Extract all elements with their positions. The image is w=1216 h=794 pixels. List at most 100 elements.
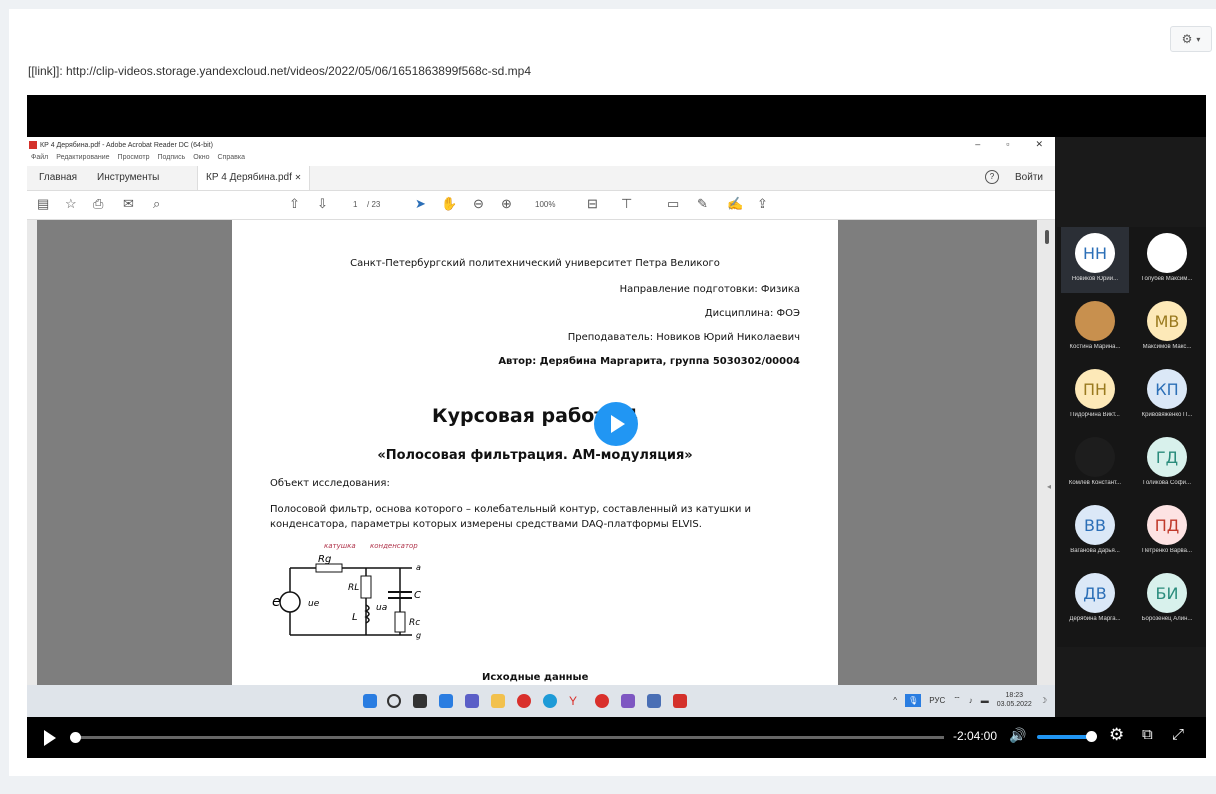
video-player[interactable]: КР 4 Дерябина.pdf - Adobe Acrobat Reader… — [27, 95, 1206, 758]
pdf-scrollbar — [1045, 230, 1049, 244]
page-up-icon: ⇧ — [289, 196, 300, 211]
zoom-in-icon: ⊕ — [501, 196, 512, 211]
avatar: ПН — [1075, 369, 1115, 409]
label-ue: ue — [308, 599, 320, 609]
mail-icon: ✉ — [123, 196, 134, 211]
label-capacitor: конденсатор — [370, 542, 418, 550]
participant-tile[interactable]: ГД Голикова Софи... — [1133, 431, 1201, 497]
scroll-mode-icon: ⊤ — [621, 196, 633, 211]
participant-tile[interactable]: МВ Максимов Макс... — [1133, 295, 1201, 361]
menu-file: Файл — [31, 154, 49, 161]
comment-icon: ▭ — [667, 196, 680, 211]
avatar: БИ — [1147, 573, 1187, 613]
wifi-icon: ⌔ — [953, 695, 961, 704]
participant-tile[interactable]: ПД Петренко Варва... — [1133, 499, 1201, 565]
restore-icon: ▫ — [1006, 139, 1010, 149]
progress-thumb[interactable] — [70, 732, 81, 743]
big-play-button[interactable] — [594, 402, 638, 446]
edge-icon — [543, 694, 557, 708]
doc-direction: Направление подготовки: Физика — [619, 284, 800, 295]
label-a: a — [416, 563, 421, 572]
play-icon — [611, 415, 625, 433]
doc-author: Автор: Дерябина Маргарита, группа 503030… — [498, 356, 800, 367]
yandex-browser-icon — [595, 694, 609, 708]
participants-panel: НН Новиков Юрий... Голубев Максим... Костин… — [1057, 227, 1206, 647]
label-e: e — [272, 594, 281, 610]
chevron-up-icon: ^ — [893, 695, 898, 705]
volume-thumb[interactable] — [1086, 731, 1097, 742]
label-rc: Rc — [409, 618, 420, 628]
participant-tile[interactable]: ВВ Ваганова Дарья... — [1061, 499, 1129, 565]
participant-name: Максимов Макс... — [1142, 344, 1192, 350]
page-number: 1 — [353, 200, 358, 209]
system-tray: ^ 🎙 РУС ⌔ ♪ ▬ 18:23 03.05.2022 ☽ — [893, 691, 1047, 709]
avatar: ВВ — [1075, 505, 1115, 545]
zoom-out-icon: ⊖ — [473, 196, 484, 211]
progress-bar[interactable] — [70, 732, 944, 743]
notification-icon: ☽ — [1039, 695, 1047, 705]
doc-next-heading: Исходные данные — [482, 672, 589, 683]
participant-tile[interactable]: Костина Марина... — [1061, 295, 1129, 361]
sign-icon: ✍ — [727, 196, 744, 211]
task-view-icon — [413, 694, 427, 708]
gear-icon: ⚙ — [1181, 32, 1193, 46]
fit-page-icon: ⊟ — [587, 196, 598, 211]
acrobat-icon — [673, 694, 687, 708]
widgets-icon — [439, 694, 453, 708]
fullscreen-icon[interactable]: ⤢ — [1172, 726, 1184, 743]
share-icon: ⇪ — [757, 196, 768, 211]
video-link-text[interactable]: [[link]]: http://clip-videos.storage.yan… — [28, 64, 531, 78]
visual-studio-icon — [621, 694, 635, 708]
label-coil: катушка — [324, 542, 356, 550]
time-remaining: -2:04:00 — [953, 729, 998, 743]
microphone-icon: 🎙 — [905, 693, 922, 707]
participant-name: Ваганова Дарья... — [1070, 548, 1120, 554]
menu-help: Справка — [217, 154, 245, 161]
participant-tile[interactable]: Голубев Максим... — [1133, 227, 1201, 293]
participant-tile[interactable]: Комлев Констант... — [1061, 431, 1129, 497]
windows-start-icon — [363, 694, 377, 708]
close-icon: ✕ — [1035, 139, 1043, 149]
tab-file: КР 4 Дерябина.pdf ✕ — [197, 166, 311, 190]
explorer-icon — [491, 694, 505, 708]
avatar: ГД — [1147, 437, 1187, 477]
opera-icon — [517, 694, 531, 708]
open-external-icon[interactable]: ⧉ — [1142, 726, 1153, 743]
tab-home: Главная — [39, 172, 78, 183]
tab-file-label: КР 4 Дерябина.pdf — [206, 172, 292, 183]
avatar — [1147, 233, 1187, 273]
participant-tile[interactable]: КП Кривовяженко П... — [1133, 363, 1201, 429]
chevron-left-icon: ◂ — [1047, 482, 1052, 491]
right-panel — [1037, 220, 1055, 685]
acrobat-window-title: КР 4 Дерябина.pdf - Adobe Acrobat Reader… — [40, 141, 213, 149]
play-button[interactable] — [44, 730, 56, 746]
participant-name: Дерябина Марга... — [1069, 616, 1121, 622]
zoom-level: 100% — [535, 200, 556, 209]
avatar — [1075, 301, 1115, 341]
participant-tile[interactable]: ДВ Дерябина Марга... — [1061, 567, 1129, 633]
settings-gear-icon[interactable]: ⚙ — [1109, 725, 1124, 745]
doc-discipline: Дисциплина: ФОЭ — [704, 308, 800, 319]
participant-tile[interactable]: БИ Борозенец Алин... — [1133, 567, 1201, 633]
pen-icon: ✎ — [697, 196, 708, 211]
participant-name: Новиков Юрий... — [1071, 276, 1119, 282]
close-icon: ✕ — [294, 173, 302, 182]
settings-menu-button[interactable]: ⚙ ▾ — [1170, 26, 1212, 52]
avatar: ДВ — [1075, 573, 1115, 613]
window-controls: – ▫ ✕ — [975, 139, 1043, 150]
pdf-page: Санкт-Петербургский политехнический унив… — [232, 220, 838, 685]
chat-icon — [465, 694, 479, 708]
menu-sign: Подпись — [157, 154, 186, 161]
star-icon: ☆ — [65, 196, 77, 211]
language-indicator: РУС — [929, 695, 946, 705]
participant-tile[interactable]: ПН Пидорчина Викт... — [1061, 363, 1129, 429]
volume-icon[interactable]: 🔊 — [1009, 727, 1026, 744]
login-link: Войти — [1015, 172, 1043, 183]
avatar: ПД — [1147, 505, 1187, 545]
participant-name: Борозенец Алин... — [1141, 616, 1193, 622]
player-controls: -2:04:00 🔊 ⚙ ⧉ ⤢ — [27, 717, 1206, 758]
caret-down-icon: ▾ — [1196, 34, 1201, 44]
volume-slider[interactable] — [1037, 735, 1093, 739]
participant-tile[interactable]: НН Новиков Юрий... — [1061, 227, 1129, 293]
yandex-icon: Y — [569, 694, 578, 708]
